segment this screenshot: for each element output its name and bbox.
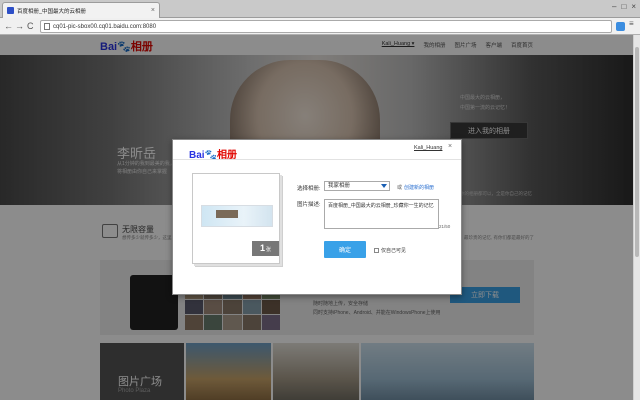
tab-close-icon[interactable]: × [151,7,155,14]
minimize-icon[interactable]: – [612,2,616,11]
photo-thumbnail-content [216,210,238,218]
dialog-divider [173,159,461,160]
char-counter: 21/50 [439,224,451,229]
photo-thumbnail [201,205,273,227]
private-checkbox[interactable] [374,248,379,253]
page-icon [44,23,50,30]
page-scrollbar[interactable] [633,35,640,400]
menu-icon[interactable]: ≡ [629,20,637,28]
photo-description-label: 图片描述: [297,202,321,208]
dialog-username[interactable]: Kali_Huang [414,145,442,151]
confirm-button[interactable]: 确定 [324,241,366,258]
dropdown-arrow-icon [381,184,387,188]
album-select-value: 我家相册 [328,183,351,189]
browser-tab-strip: 百度相册_中国最大的云相册 × – □ × [0,0,640,18]
window-close-icon[interactable]: × [631,2,636,11]
create-album-link[interactable]: 创建新的相册 [404,184,434,191]
photo-count-badge: 1 张 [252,241,279,256]
extension-icon[interactable] [616,22,625,31]
photo-count-unit: 张 [266,247,272,253]
private-checkbox-label[interactable]: 仅自己可见 [381,247,406,254]
maximize-icon[interactable]: □ [621,2,626,11]
baidu-favicon-icon [7,7,14,14]
close-icon[interactable]: × [448,143,452,150]
album-select[interactable]: 我家相册 [324,181,390,191]
reload-icon[interactable]: C [27,21,34,32]
scroll-thumb[interactable] [635,47,639,257]
save-to-album-dialog: Bai🐾相册 Kali_Huang × 1 张 选择相册: 我家相册 或 创建新… [172,139,462,295]
url-text: cq01-pic-sbox00.cq01.baidu.com:8080 [53,23,157,30]
browser-toolbar: ← → C cq01-pic-sbox00.cq01.baidu.com:808… [0,18,640,35]
back-arrow-icon[interactable]: ← [4,21,13,32]
photo-description-input[interactable]: 百度相册_中国最大的云相册_珍藏你一生的记忆 [324,199,439,229]
select-album-label: 选择相册: [297,186,321,192]
tab-title: 百度相册_中国最大的云相册 [17,8,87,15]
or-text: 或 [397,185,403,191]
photo-count-number: 1 [259,243,265,253]
browser-tab[interactable]: 百度相册_中国最大的云相册 × [2,2,160,18]
forward-arrow-icon[interactable]: → [15,21,24,32]
window-controls: – □ × [612,2,636,11]
address-bar[interactable]: cq01-pic-sbox00.cq01.baidu.com:8080 [40,20,612,33]
